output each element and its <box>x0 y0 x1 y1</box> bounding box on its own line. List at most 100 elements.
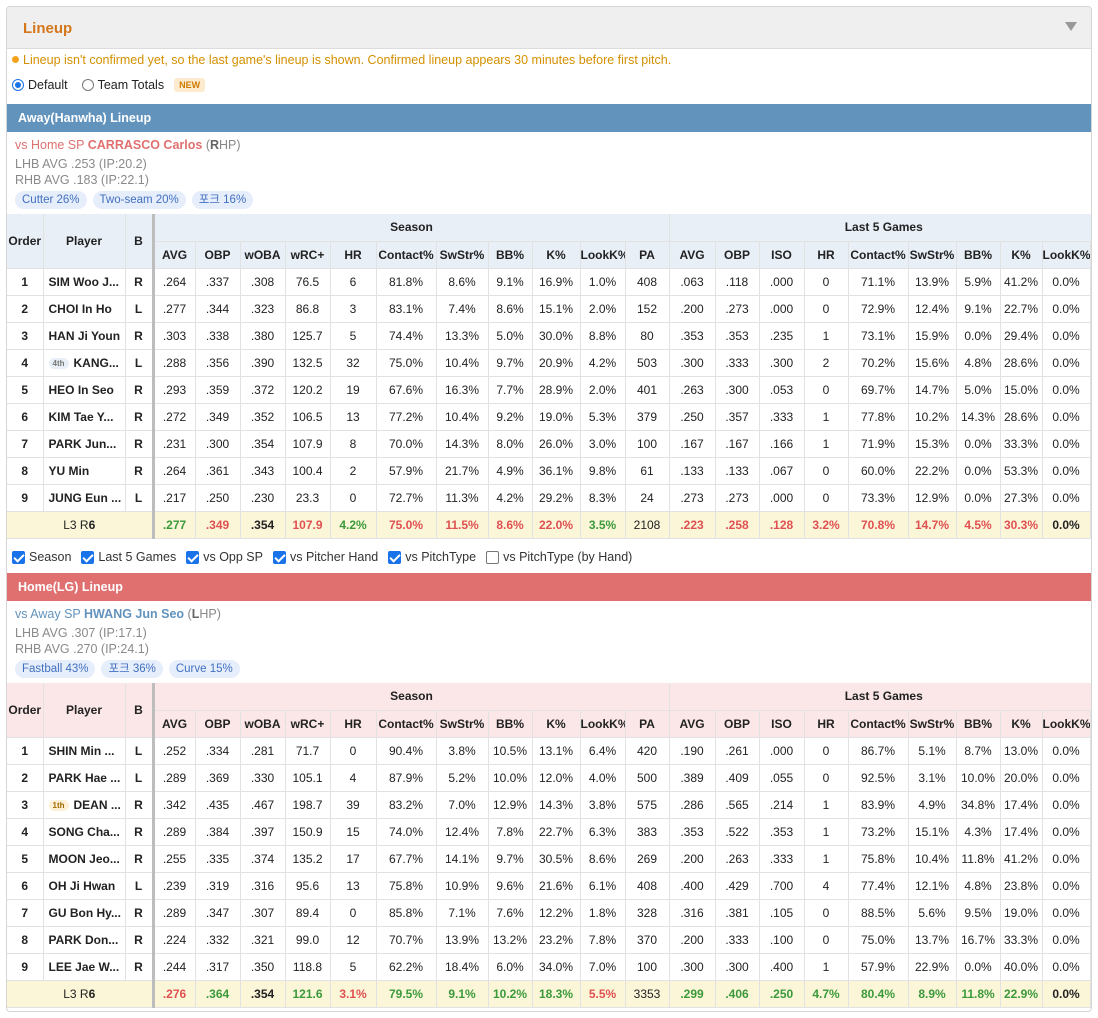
default-radio[interactable] <box>12 79 24 91</box>
toggle-vs-opp-sp[interactable]: vs Opp SP <box>186 550 263 564</box>
col-last5-contact[interactable]: Contact% <box>848 241 909 269</box>
col-season-k[interactable]: K% <box>532 241 581 269</box>
checkbox[interactable] <box>12 550 25 564</box>
player-name[interactable]: KIM Tae Y... <box>49 410 114 424</box>
col-season-avg[interactable]: AVG <box>151 241 196 269</box>
player-name[interactable]: DEAN ... <box>74 798 121 812</box>
player-name[interactable]: PARK Jun... <box>49 437 117 451</box>
player-name[interactable]: SHIN Min ... <box>49 744 115 758</box>
col-season-obp[interactable]: OBP <box>195 241 241 269</box>
table-row[interactable]: 6 KIM Tae Y... R .272.349.352 106.5 13 77.2% 10… <box>7 403 1091 431</box>
col-season-lookk[interactable]: LookK% <box>580 710 626 738</box>
checkbox[interactable] <box>186 550 200 564</box>
toggle-vs-pitchtype-by-hand-[interactable]: vs PitchType (by Hand) <box>486 550 632 564</box>
player-name[interactable]: CHOI In Ho <box>49 302 112 316</box>
collapse-chevron-icon[interactable] <box>1065 22 1077 31</box>
col-last5-contact[interactable]: Contact% <box>848 710 909 738</box>
col-last5-bb[interactable]: BB% <box>956 241 1001 269</box>
player-cell[interactable]: PARK Hae ... <box>43 764 126 792</box>
player-cell[interactable]: 1th DEAN ... <box>43 791 126 819</box>
col-bats[interactable]: B <box>125 683 154 738</box>
table-row[interactable]: 8 YU Min R .264.361.343 100.4 2 57.9% 21.7% 4.9%… <box>7 457 1091 485</box>
col-season-contact[interactable]: Contact% <box>376 241 437 269</box>
table-row[interactable]: 3 HAN Ji Youn R .303.338.380 125.7 5 74.4% 13.3… <box>7 322 1091 350</box>
col-last5-k[interactable]: K% <box>1000 710 1043 738</box>
col-season-swstr[interactable]: SwStr% <box>436 241 489 269</box>
col-last5-iso[interactable]: ISO <box>759 710 805 738</box>
player-name[interactable]: PARK Hae ... <box>49 771 121 785</box>
col-last5-swstr[interactable]: SwStr% <box>908 241 957 269</box>
player-cell[interactable]: KIM Tae Y... <box>43 403 126 431</box>
toggle-vs-pitcher-hand[interactable]: vs Pitcher Hand <box>272 550 378 564</box>
table-row[interactable]: 3 1th DEAN ... R .342.435.467 198.7 39 83.2% 7.0… <box>7 791 1091 819</box>
col-season-wrc[interactable]: wRC+ <box>285 710 331 738</box>
table-row[interactable]: 5 MOON Jeo... R .255.335.374 135.2 17 67.7% 14.… <box>7 845 1091 873</box>
col-bats[interactable]: B <box>125 214 154 269</box>
player-cell[interactable]: OH Ji Hwan <box>43 872 126 900</box>
team-totals-radio[interactable] <box>81 79 94 91</box>
col-season-pa[interactable]: PA <box>625 710 670 738</box>
pitch-chip[interactable]: Fastball 43% <box>15 660 96 678</box>
player-cell[interactable]: HEO In Seo <box>43 376 126 404</box>
player-cell[interactable]: YU Min <box>43 457 126 485</box>
checkbox[interactable] <box>81 550 95 564</box>
table-row[interactable]: 5 HEO In Seo R .293.359.372 120.2 19 67.6% 16.3… <box>7 376 1091 404</box>
player-name[interactable]: OH Ji Hwan <box>49 879 116 893</box>
player-cell[interactable]: HAN Ji Youn <box>43 322 126 350</box>
col-season-bb[interactable]: BB% <box>488 241 533 269</box>
col-season-obp[interactable]: OBP <box>195 710 241 738</box>
player-name[interactable]: HEO In Seo <box>49 383 114 397</box>
table-row[interactable]: 1 SIM Woo J... R .264.337.308 76.5 6 81.8% 8.6%… <box>7 268 1091 296</box>
col-season-contact[interactable]: Contact% <box>376 710 437 738</box>
table-row[interactable]: 7 PARK Jun... R .231.300.354 107.9 8 70.0% 14.3… <box>7 430 1091 458</box>
table-row[interactable]: 2 CHOI In Ho L .277.344.323 86.8 3 83.1% 7.4% 8.… <box>7 295 1091 323</box>
player-name[interactable]: KANG... <box>74 356 119 370</box>
lineup-panel-header[interactable]: Lineup <box>7 7 1091 49</box>
player-cell[interactable]: PARK Don... <box>43 926 126 954</box>
table-row[interactable]: 9 JUNG Eun ... L .217.250.230 23.3 0 72.7% 11.3… <box>7 484 1091 512</box>
pitch-chip[interactable]: Curve 15% <box>168 660 240 678</box>
pitch-chip[interactable]: 포크 16% <box>191 191 254 209</box>
player-cell[interactable]: CHOI In Ho <box>43 295 126 323</box>
player-cell[interactable]: JUNG Eun ... <box>43 484 126 512</box>
default-option[interactable]: Default <box>12 78 68 92</box>
table-row[interactable]: 2 PARK Hae ... L .289.369.330 105.1 4 87.9% 5.2… <box>7 764 1091 792</box>
player-cell[interactable]: GU Bon Hy... <box>43 899 126 927</box>
table-row[interactable]: 6 OH Ji Hwan L .239.319.316 95.6 13 75.8% 10.9%… <box>7 872 1091 900</box>
player-name[interactable]: JUNG Eun ... <box>49 491 122 505</box>
col-last5-obp[interactable]: OBP <box>715 241 760 269</box>
col-season-lookk[interactable]: LookK% <box>580 241 626 269</box>
player-cell[interactable]: PARK Jun... <box>43 430 126 458</box>
player-cell[interactable]: SONG Cha... <box>43 818 126 846</box>
col-season-woba[interactable]: wOBA <box>240 710 286 738</box>
toggle-vs-pitchtype[interactable]: vs PitchType <box>388 550 476 564</box>
pitch-chip[interactable]: Cutter 26% <box>15 191 87 209</box>
checkbox[interactable] <box>486 550 500 564</box>
player-name[interactable]: GU Bon Hy... <box>49 906 121 920</box>
col-last5-iso[interactable]: ISO <box>759 241 805 269</box>
col-season-avg[interactable]: AVG <box>151 710 196 738</box>
pitch-chip[interactable]: Two-seam 20% <box>92 191 186 209</box>
player-name[interactable]: SIM Woo J... <box>49 275 119 289</box>
sp-name[interactable]: CARRASCO Carlos <box>88 138 203 152</box>
col-last5-hr[interactable]: HR <box>804 710 849 738</box>
col-season-swstr[interactable]: SwStr% <box>436 710 489 738</box>
col-season-woba[interactable]: wOBA <box>240 241 286 269</box>
col-last5-avg[interactable]: AVG <box>668 241 716 269</box>
table-row[interactable]: 4 4th KANG... L .288.356.390 132.5 32 75.0% 10.4… <box>7 349 1091 377</box>
col-order[interactable]: Order <box>7 214 44 269</box>
checkbox[interactable] <box>272 550 286 564</box>
col-player[interactable]: Player <box>43 683 126 738</box>
player-name[interactable]: HAN Ji Youn <box>49 329 121 343</box>
col-last5-hr[interactable]: HR <box>804 241 849 269</box>
toggle-last-5-games[interactable]: Last 5 Games <box>81 550 176 564</box>
player-cell[interactable]: SHIN Min ... <box>43 737 126 765</box>
player-cell[interactable]: MOON Jeo... <box>43 845 126 873</box>
table-row[interactable]: 7 GU Bon Hy... R .289.347.307 89.4 0 85.8% 7.1%… <box>7 899 1091 927</box>
col-order[interactable]: Order <box>7 683 44 738</box>
table-row[interactable]: 1 SHIN Min ... L .252.334.281 71.7 0 90.4% 3.8%… <box>7 737 1091 765</box>
player-name[interactable]: YU Min <box>49 464 90 478</box>
col-season-bb[interactable]: BB% <box>488 710 533 738</box>
team-totals-option[interactable]: Team Totals <box>81 78 164 92</box>
col-season-pa[interactable]: PA <box>625 241 670 269</box>
